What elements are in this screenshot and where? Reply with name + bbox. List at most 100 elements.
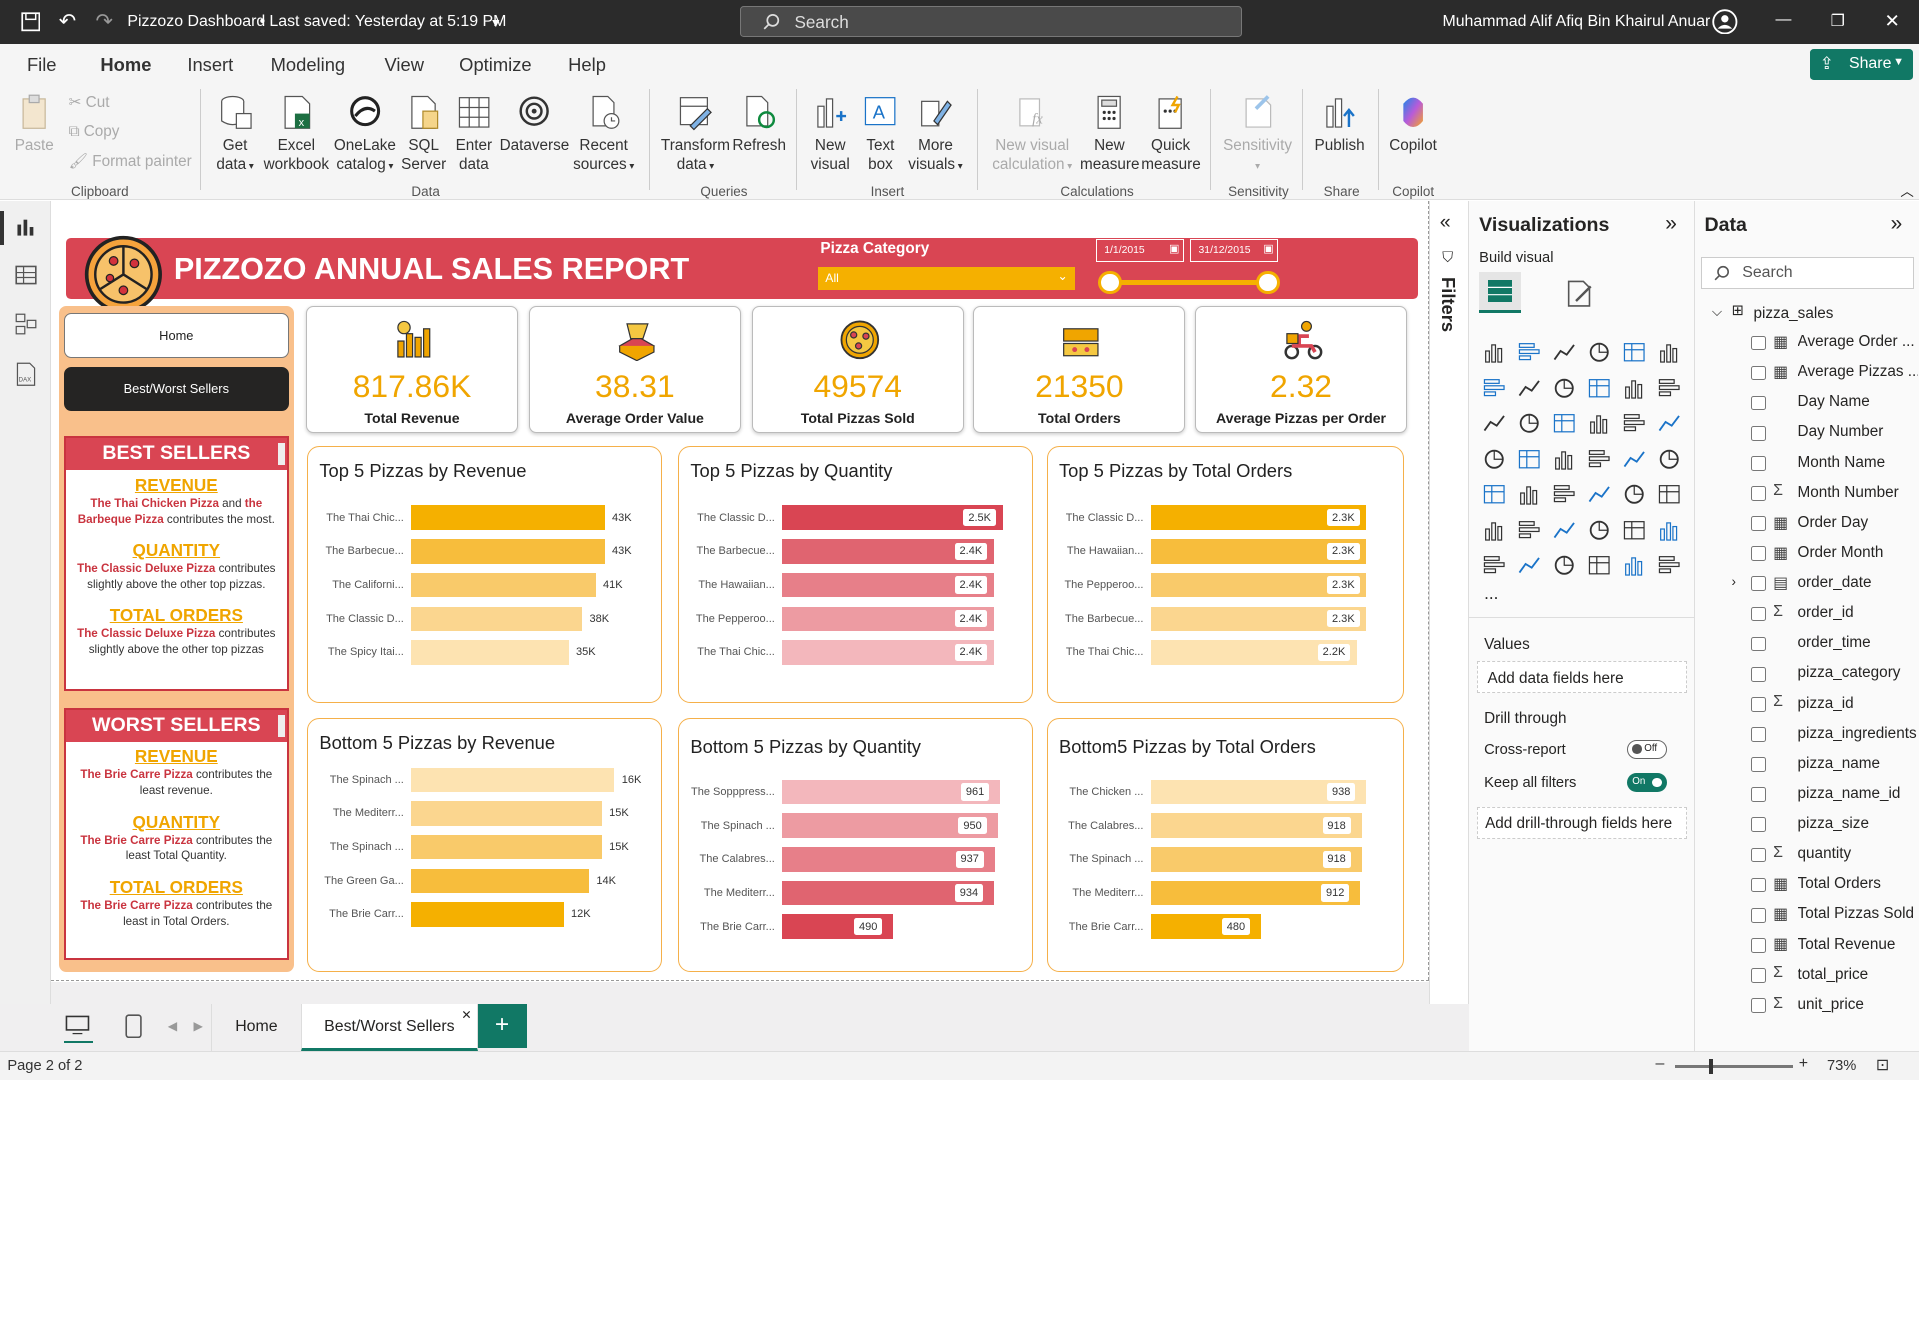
bar[interactable]: [411, 505, 605, 530]
bar-row[interactable]: The Classic D... 38K: [308, 606, 651, 631]
field-item[interactable]: Month Name: [1695, 451, 1919, 480]
field-item[interactable]: Σquantity: [1695, 843, 1919, 872]
field-checkbox[interactable]: [1751, 335, 1766, 351]
more-visuals-button[interactable]: More visuals ▾: [904, 94, 968, 177]
bar-row[interactable]: The Classic D... 2.5K: [679, 505, 1022, 530]
document-title[interactable]: Pizzozo Dashboard: [127, 13, 265, 31]
bar-row[interactable]: The Mediterr... 15K: [308, 801, 651, 826]
get-data-button[interactable]: Get data ▾: [211, 94, 260, 177]
decomp-tree-icon[interactable]: [1552, 518, 1576, 542]
model-view-icon[interactable]: [15, 313, 37, 335]
chevron-down-icon[interactable]: ▼: [490, 16, 502, 30]
new-visual-calculation-button[interactable]: fx New visual calculation ▾: [987, 94, 1078, 177]
bar[interactable]: [411, 902, 564, 927]
bar[interactable]: [411, 606, 583, 631]
field-checkbox[interactable]: [1751, 907, 1766, 923]
menu-insert[interactable]: Insert: [187, 54, 233, 76]
bar-row[interactable]: The Hawaiian... 2.3K: [1048, 539, 1391, 564]
copilot-button[interactable]: Copilot: [1384, 94, 1443, 155]
multi-row-card-icon[interactable]: [1482, 482, 1506, 506]
date-to-input[interactable]: 31/12/2015 ▣: [1190, 238, 1279, 263]
r-visual-icon[interactable]: [1657, 482, 1681, 506]
mobile-layout-icon[interactable]: [125, 1014, 142, 1038]
menu-view[interactable]: View: [384, 54, 423, 76]
paginated-icon[interactable]: [1657, 518, 1681, 542]
bar-row[interactable]: The Classic D... 2.3K: [1048, 505, 1391, 530]
field-item[interactable]: ▦ Order Month: [1695, 541, 1919, 570]
bar-row[interactable]: The Calabres... 918: [1048, 813, 1391, 838]
text-box-button[interactable]: A Text box: [860, 94, 902, 175]
collapse-ribbon-icon[interactable]: ︿: [1900, 180, 1913, 200]
bar-row[interactable]: The Spinach ... 950: [679, 813, 1022, 838]
menu-help[interactable]: Help: [568, 54, 606, 76]
field-item[interactable]: ▦ Average Pizzas ...: [1695, 361, 1919, 390]
close-icon[interactable]: ✕: [1885, 10, 1900, 32]
bar-row[interactable]: The Spicy Itai... 35K: [308, 640, 651, 665]
column-chart-icon[interactable]: [1517, 340, 1541, 364]
dax-query-icon[interactable]: DAX: [15, 362, 37, 387]
bar-row[interactable]: The Pepperoo... 2.4K: [679, 606, 1022, 631]
kpi-card[interactable]: 49574 Total Pizzas Sold: [751, 306, 964, 434]
zoom-in-button[interactable]: +: [1799, 1055, 1808, 1073]
100-column-icon[interactable]: [1657, 340, 1681, 364]
key-influencers-icon[interactable]: [1517, 518, 1541, 542]
collapse-data-icon[interactable]: »: [1891, 212, 1903, 236]
bar-row[interactable]: The Barbecue... 43K: [308, 539, 651, 564]
field-item[interactable]: › ▤ order_date: [1695, 572, 1919, 601]
slider-handle-end[interactable]: [1256, 270, 1280, 294]
smart-narrative-icon[interactable]: [1622, 518, 1646, 542]
bar-row[interactable]: The Californi... 41K: [308, 572, 651, 598]
field-item[interactable]: ▦ Average Order ...: [1695, 331, 1919, 360]
power-automate-icon[interactable]: [1552, 553, 1576, 577]
bar-row[interactable]: The Barbecue... 2.4K: [679, 539, 1022, 564]
zoom-slider-thumb[interactable]: [1709, 1058, 1714, 1074]
chart-card[interactable]: Bottom 5 Pizzas by Revenue The Spinach .…: [307, 717, 663, 973]
menu-optimize[interactable]: Optimize: [459, 54, 531, 76]
zoom-slider[interactable]: [1675, 1058, 1793, 1074]
close-tab-icon[interactable]: ✕: [461, 992, 471, 1039]
stacked-area-icon[interactable]: [1552, 376, 1576, 400]
bar-row[interactable]: The Barbecue... 2.3K: [1048, 606, 1391, 631]
field-checkbox[interactable]: [1751, 998, 1766, 1013]
slider-handle-start[interactable]: [1098, 270, 1122, 294]
bar-row[interactable]: The Chicken ... 938: [1048, 779, 1391, 805]
date-from-input[interactable]: 1/1/2015 ▣: [1095, 238, 1185, 263]
report-view-icon[interactable]: [15, 216, 37, 238]
field-checkbox[interactable]: [1751, 817, 1766, 833]
line-clustered-icon[interactable]: [1482, 411, 1506, 435]
kpi-card[interactable]: 2.32 Average Pizzas per Order: [1195, 306, 1407, 434]
expand-filters-icon[interactable]: «: [1440, 211, 1451, 234]
bar-row[interactable]: The Spinach ... 918: [1048, 847, 1391, 872]
bar[interactable]: [411, 572, 596, 598]
field-item[interactable]: ▦ Order Day: [1695, 511, 1919, 540]
field-checkbox[interactable]: [1751, 606, 1766, 622]
field-checkbox[interactable]: [1751, 546, 1766, 562]
more-visuals-ellipsis[interactable]: ...: [1484, 583, 1498, 604]
kpi-card[interactable]: 817.86K Total Revenue: [306, 306, 518, 434]
qa-icon[interactable]: [1587, 518, 1611, 542]
stacked-bar-icon[interactable]: [1552, 340, 1576, 364]
new-measure-button[interactable]: New measure: [1080, 94, 1140, 175]
bar[interactable]: [411, 640, 569, 665]
bar-row[interactable]: The Brie Carr... 480: [1048, 914, 1391, 939]
ribbon-chart-icon[interactable]: [1587, 376, 1611, 400]
treemap-icon[interactable]: [1482, 447, 1506, 471]
table-view-icon[interactable]: [15, 264, 37, 286]
paste-button[interactable]: Paste: [12, 94, 56, 155]
add-drill-through-well[interactable]: Add drill-through fields here: [1476, 806, 1688, 839]
chevron-right-icon[interactable]: ›: [1731, 574, 1735, 589]
onelake-catalog-button[interactable]: OneLake catalog ▾: [333, 94, 397, 177]
build-visual-tab[interactable]: [1479, 271, 1521, 314]
field-checkbox[interactable]: [1751, 787, 1766, 803]
bar-row[interactable]: The Mediterr... 934: [679, 880, 1022, 906]
field-item[interactable]: Day Number: [1695, 421, 1919, 450]
field-item[interactable]: ▦ Total Orders: [1695, 873, 1919, 902]
minimize-icon[interactable]: —: [1776, 11, 1792, 29]
bar-row[interactable]: The Mediterr... 912: [1048, 880, 1391, 906]
field-checkbox[interactable]: [1751, 877, 1766, 893]
field-item[interactable]: Day Name: [1695, 391, 1919, 420]
donut-chart-icon[interactable]: [1657, 411, 1681, 435]
next-page-icon[interactable]: ▶: [193, 1019, 202, 1033]
global-search-input[interactable]: Search: [739, 6, 1242, 37]
filters-pane-collapsed[interactable]: « ⛉ Filters: [1428, 200, 1470, 1051]
